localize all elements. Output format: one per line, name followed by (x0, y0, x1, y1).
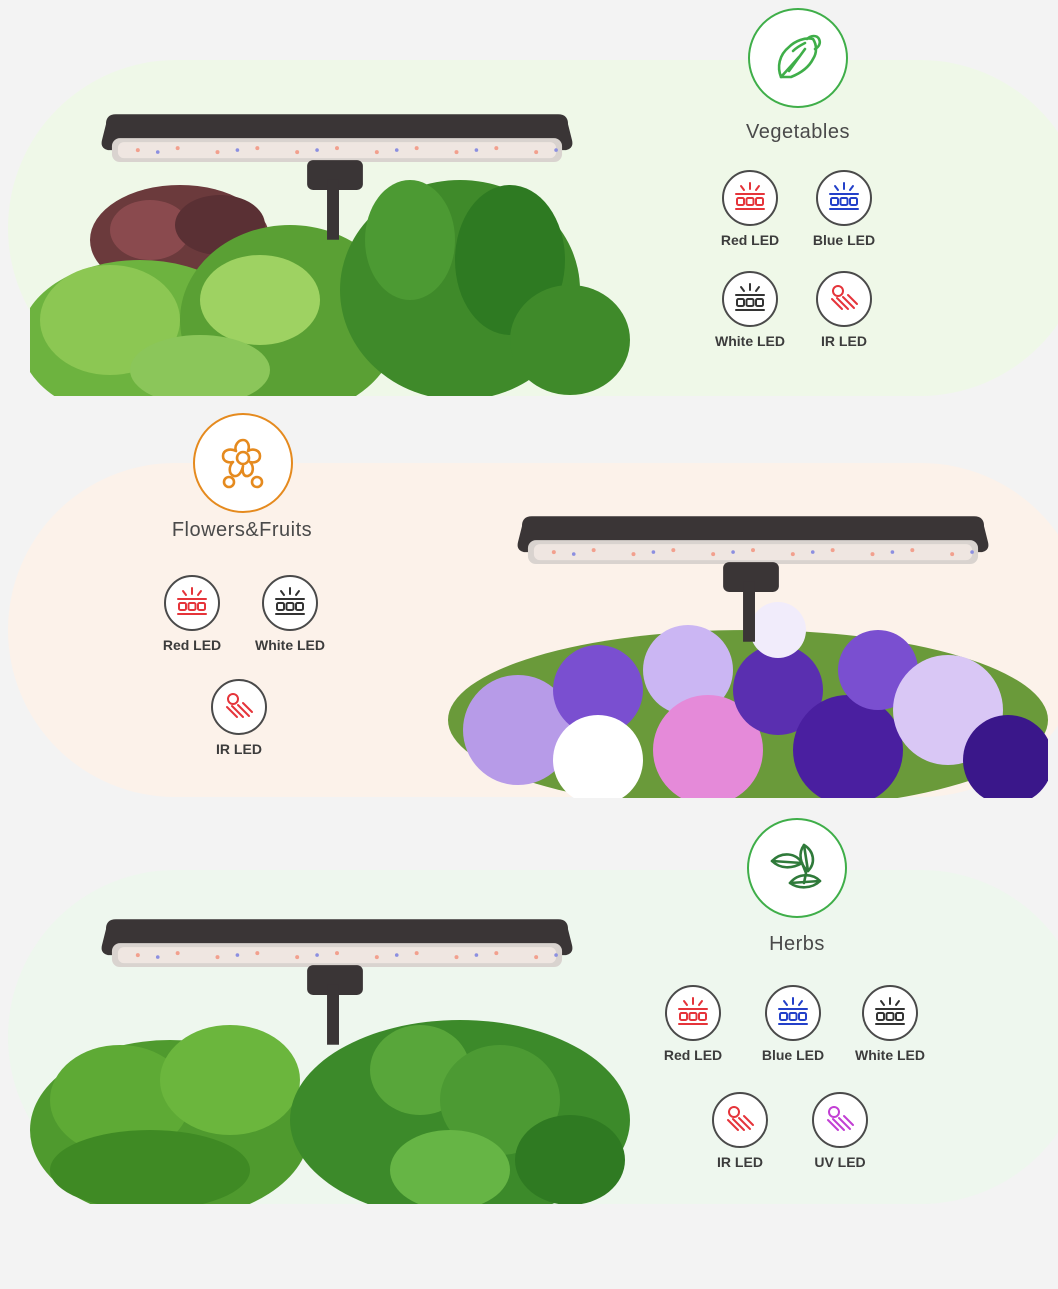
herb-leaves-icon (770, 843, 822, 889)
white-led-icon (732, 281, 768, 317)
uv-led-icon (822, 1102, 858, 1138)
ir-led-icon (221, 689, 257, 725)
flowers-fruits-category-badge (193, 413, 293, 513)
led-label: Red LED (663, 1047, 723, 1063)
herbs-grow-light-lamp (98, 915, 576, 1045)
flower-icon (221, 438, 264, 489)
flowers-white-led: White LED (240, 575, 340, 653)
led-label: IR LED (717, 1154, 763, 1170)
flowers-ir-led: IR LED (189, 679, 289, 757)
blue-led-icon (826, 180, 862, 216)
led-label: UV LED (814, 1154, 866, 1170)
white-led-icon (272, 585, 308, 621)
led-label: White LED (255, 637, 325, 653)
vegetables-white-led: White LED (700, 271, 800, 349)
vegetables-grow-light-lamp (98, 110, 576, 240)
vegetables-category-badge (748, 8, 848, 108)
vegetables-red-led: Red LED (700, 170, 800, 248)
ir-led-icon (826, 281, 862, 317)
led-label: White LED (855, 1047, 925, 1063)
led-label: Red LED (162, 637, 222, 653)
herbs-title: Herbs (769, 933, 825, 955)
herbs-category-badge (747, 818, 847, 918)
vegetables-ir-led: IR LED (794, 271, 894, 349)
vegetables-blue-led: Blue LED (794, 170, 894, 248)
herbs-uv-led: UV LED (790, 1092, 890, 1170)
vegetables-title: Vegetables (746, 121, 850, 143)
herbs-blue-led: Blue LED (743, 985, 843, 1063)
flowers-fruits-title: Flowers&Fruits (171, 519, 313, 541)
led-label: Blue LED (812, 232, 876, 248)
red-led-icon (174, 585, 210, 621)
white-led-icon (872, 995, 908, 1031)
led-label: IR LED (216, 741, 262, 757)
ir-led-icon (722, 1102, 758, 1138)
lettuce-icon (777, 34, 822, 79)
red-led-icon (675, 995, 711, 1031)
led-label: Blue LED (761, 1047, 825, 1063)
herbs-ir-led: IR LED (690, 1092, 790, 1170)
flowers-red-led: Red LED (142, 575, 242, 653)
flowers-grow-light-lamp (514, 512, 992, 642)
led-label: IR LED (821, 333, 867, 349)
blue-led-icon (775, 995, 811, 1031)
red-led-icon (732, 180, 768, 216)
herbs-red-led: Red LED (643, 985, 743, 1063)
herbs-white-led: White LED (840, 985, 940, 1063)
led-label: Red LED (720, 232, 780, 248)
led-label: White LED (715, 333, 785, 349)
